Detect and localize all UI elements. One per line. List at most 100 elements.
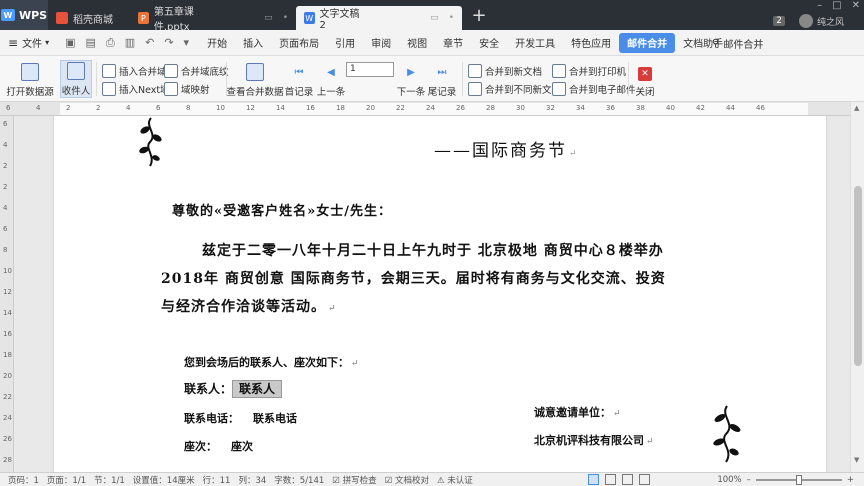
zoom-slider-knob[interactable] (795, 475, 802, 485)
menu-chapter[interactable]: 章节 (435, 33, 471, 53)
user-name[interactable]: 纯之风 (817, 15, 844, 28)
menu-start[interactable]: 开始 (199, 33, 235, 53)
undo-icon[interactable]: ↶ (145, 36, 154, 50)
close-icon[interactable]: ✕ (852, 0, 860, 11)
merge-diff-doc-button[interactable]: 合并到不同新文档 (468, 82, 561, 96)
menu-page-layout[interactable]: 页面布局 (271, 33, 327, 53)
merge-diff-doc-icon (468, 82, 482, 96)
next-record-button[interactable]: ▶ 下一条 (396, 58, 426, 98)
prev-record-button[interactable]: ◀ 上一条 (317, 58, 346, 98)
more-icon[interactable]: ▾ (184, 36, 190, 50)
tab-monitor-icon[interactable]: ▭ (430, 13, 439, 23)
tab-word-doc[interactable]: W 文字文稿2 ▭ • (296, 6, 462, 31)
zoom-out-icon[interactable]: – (747, 475, 751, 485)
floral-ornament-bottom-right (713, 405, 741, 463)
document-area[interactable]: ——国际商务节 ↵ 尊敬的«受邀客户姓名»女士/先生： 兹定于二零一八年十月二十日… (14, 116, 850, 472)
tab-monitor-icon[interactable]: ▭ (264, 13, 273, 23)
merge-new-doc-button[interactable]: 合并到新文档 (468, 64, 542, 78)
menu-review[interactable]: 审阅 (363, 33, 399, 53)
vertical-scrollbar[interactable]: ▲ ▼ (850, 102, 864, 472)
vertical-ruler[interactable]: 6 4 2 2 4 6 8 10 12 14 16 18 20 22 24 26 28 (0, 116, 14, 472)
menu-view[interactable]: 视图 (399, 33, 435, 53)
field-mapping-button[interactable]: 域映射 (164, 82, 210, 96)
reading-view-icon[interactable] (639, 474, 650, 485)
outline-view-icon[interactable] (605, 474, 616, 485)
record-number-input[interactable]: 1 (346, 62, 394, 77)
tab-dot-icon[interactable]: • (283, 13, 288, 23)
contact-merge-field[interactable]: 联系人 (232, 380, 283, 398)
phone-merge-field[interactable]: 联系电话 (253, 412, 297, 425)
document-page[interactable]: ——国际商务节 ↵ 尊敬的«受邀客户姓名»女士/先生： 兹定于二零一八年十月二十日… (54, 116, 826, 472)
ruler-tick-label: 36 (606, 104, 615, 112)
horizontal-ruler[interactable]: 6 4 2 2 4 6 8 10 12 14 16 18 20 22 24 26 28 30 32 34 36 38 40 4… (0, 102, 864, 116)
ruler-tick-label: 4 (126, 104, 131, 112)
first-record-button[interactable]: ⏮ 首记录 (285, 58, 314, 98)
menu-developer[interactable]: 开发工具 (507, 33, 563, 53)
close-mail-merge-button[interactable]: ✕ 关闭 (634, 58, 656, 98)
print-icon[interactable]: ⎙ (106, 36, 115, 50)
contact-line: 联系人： 联系人 (184, 380, 283, 398)
vruler-tick-label: 2 (3, 162, 8, 170)
recipients-button[interactable]: 收件人 (60, 60, 92, 98)
web-view-icon[interactable] (622, 474, 633, 485)
menu-insert[interactable]: 插入 (235, 33, 271, 53)
body-line-3: 与经济合作洽谈等活动。 ↵ (161, 296, 337, 316)
insert-merge-field-button[interactable]: 插入合并域 (102, 64, 167, 78)
vruler-tick-label: 8 (3, 246, 8, 254)
tab-docer-store[interactable]: 稻壳商城 (48, 6, 130, 30)
maximize-icon[interactable]: □ (832, 0, 841, 11)
menu-references[interactable]: 引用 (327, 33, 363, 53)
certification-label: 未认证 (447, 475, 473, 486)
status-word-count[interactable]: 字数：5/141 (274, 474, 324, 486)
zoom-level[interactable]: 100% (717, 475, 741, 485)
pdf-icon[interactable]: ▤ (85, 36, 95, 50)
avatar[interactable] (798, 14, 813, 28)
insert-next-field-button[interactable]: 插入Next域 (102, 82, 170, 96)
preview-icon[interactable]: ▥ (125, 36, 135, 50)
file-menu[interactable]: ≡ 文件 ▾ (0, 35, 55, 51)
floral-ornament-top-left (139, 117, 162, 167)
doc-proof-button[interactable]: ☑ 文档校对 (385, 474, 429, 486)
page-view-icon[interactable] (588, 474, 599, 485)
seat-line: 座次： 座次 (184, 438, 253, 454)
merge-printer-label: 合并到打印机 (569, 67, 627, 78)
field-mapping-icon (164, 82, 178, 96)
wps-home-tab[interactable]: W WPS (0, 0, 48, 30)
merge-diff-doc-label: 合并到不同新文档 (485, 85, 562, 96)
menu-special-apps[interactable]: 特色应用 (563, 33, 619, 53)
open-data-source-button[interactable]: 打开数据源 (6, 58, 54, 98)
scroll-up-icon[interactable]: ▲ (854, 104, 859, 112)
scrollbar-thumb[interactable] (854, 186, 862, 366)
status-bar: 页码：1 页面：1/1 节：1/1 设置值：14厘米 行：11 列：34 字数：… (0, 472, 864, 486)
last-record-button[interactable]: ⏭ 尾记录 (428, 58, 457, 98)
scroll-down-icon[interactable]: ▼ (854, 456, 859, 464)
tab-label: 稻壳商城 (73, 14, 113, 26)
status-row: 行：11 (202, 475, 231, 486)
spell-check-button[interactable]: ☑ 拼写检查 (332, 474, 376, 486)
merge-email-button[interactable]: 合并到电子邮件 (552, 82, 636, 96)
certification-status[interactable]: ⚠ 未认证 (437, 474, 473, 486)
tab-pptx-file[interactable]: P 第五章课件.pptx ▭ • (130, 6, 296, 33)
zoom-in-icon[interactable]: + (847, 475, 854, 485)
menu-mail-merge[interactable]: 邮件合并 (619, 32, 676, 53)
field-mapping-label: 域映射 (181, 85, 210, 96)
wps-logo-icon: W (0, 9, 15, 21)
zoom-slider[interactable] (755, 475, 842, 485)
menu-security[interactable]: 安全 (471, 33, 507, 53)
window-count-badge[interactable]: 2 (773, 16, 785, 26)
seat-merge-field[interactable]: 座次 (231, 440, 253, 453)
merge-field-shading-button[interactable]: 合并域底纹 (164, 64, 229, 78)
view-merged-data-button[interactable]: 查看合并数据 (227, 58, 284, 98)
phone-line: 联系电话： 联系电话 (184, 410, 297, 426)
view-mode-icons (588, 474, 650, 485)
recipients-icon (67, 62, 85, 80)
save-icon[interactable]: ▣ (65, 36, 75, 50)
next-record-label: 下一条 (396, 87, 426, 98)
merge-printer-button[interactable]: 合并到打印机 (552, 64, 626, 78)
minimize-icon[interactable]: – (817, 0, 822, 11)
command-search[interactable]: ⚲ 邮件合并 (712, 36, 763, 51)
vruler-tick-label: 20 (3, 372, 12, 380)
tab-close-icon[interactable]: • (449, 13, 454, 23)
redo-icon[interactable]: ↷ (164, 36, 173, 50)
new-tab-button[interactable]: + (466, 5, 492, 26)
